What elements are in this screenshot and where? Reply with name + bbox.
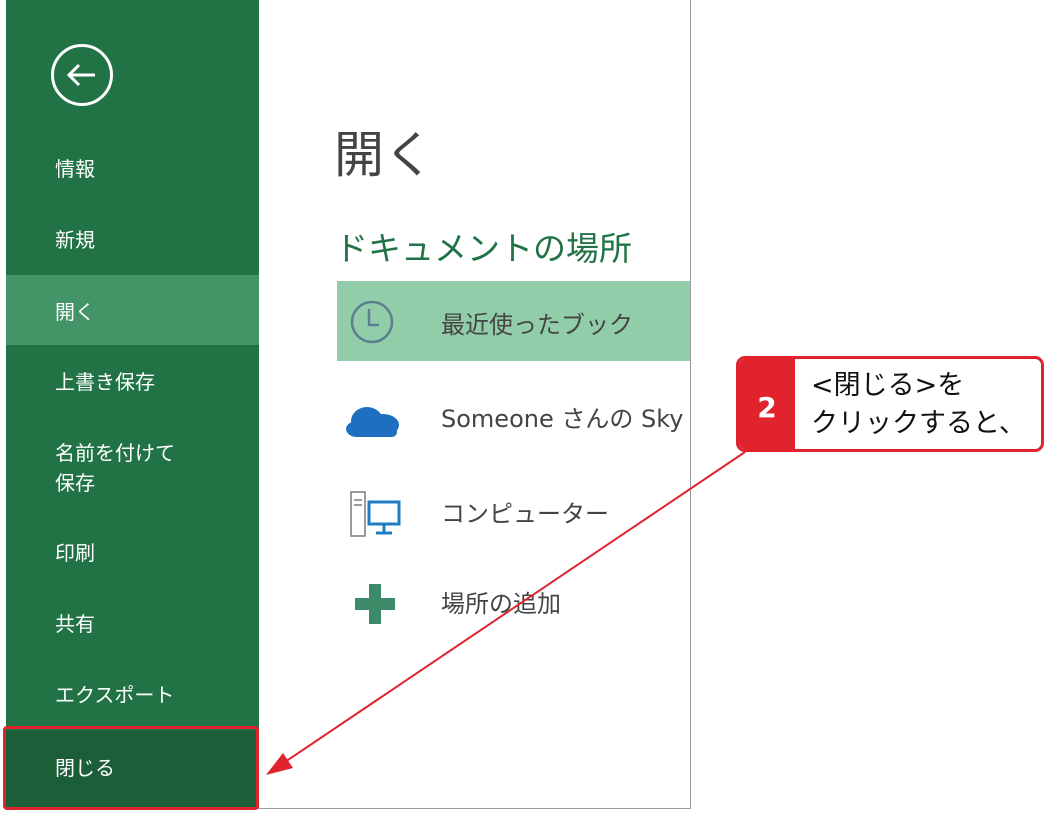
instruction-callout: 2 <閉じる>を クリックすると、 (736, 356, 1044, 452)
step-number-badge: 2 (739, 359, 795, 449)
callout-line: クリックすると、 (811, 408, 1026, 439)
callout-text: <閉じる>を クリックすると、 (811, 367, 1026, 443)
callout-line: <閉じる>を (811, 370, 965, 401)
